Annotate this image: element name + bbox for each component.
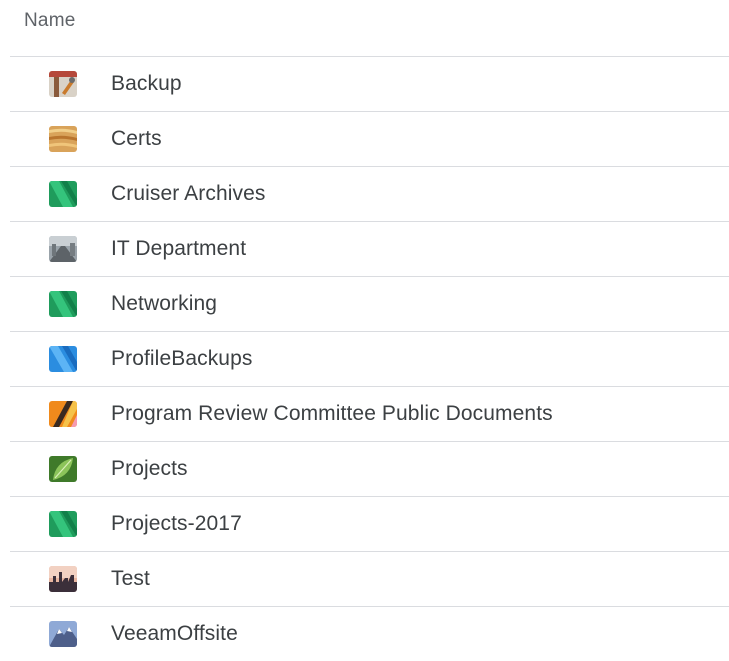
- list-item[interactable]: Networking: [10, 277, 729, 332]
- row-label: Cruiser Archives: [111, 182, 266, 205]
- list-item[interactable]: Projects: [10, 442, 729, 497]
- blue-stripes-thumbnail-icon: [49, 346, 77, 372]
- row-label: Test: [111, 567, 150, 590]
- team-drive-list: Name Backup Certs Cruiser Archives IT De…: [10, 0, 729, 661]
- street-photo-thumbnail-icon: [49, 236, 77, 262]
- row-label: VeeamOffsite: [111, 622, 238, 645]
- mountain-thumbnail-icon: [49, 621, 77, 647]
- list-item[interactable]: Projects-2017: [10, 497, 729, 552]
- green-stripes-thumbnail-icon: [49, 181, 77, 207]
- row-label: Certs: [111, 127, 162, 150]
- row-label: IT Department: [111, 237, 247, 260]
- row-label: Projects: [111, 457, 188, 480]
- green-stripes-thumbnail-icon: [49, 511, 77, 537]
- list-item[interactable]: ProfileBackups: [10, 332, 729, 387]
- green-stripes-thumbnail-icon: [49, 291, 77, 317]
- sand-waves-thumbnail-icon: [49, 126, 77, 152]
- orange-stripes-thumbnail-icon: [49, 401, 77, 427]
- row-label: Program Review Committee Public Document…: [111, 402, 553, 425]
- leaf-thumbnail-icon: [49, 456, 77, 482]
- list-item[interactable]: Program Review Committee Public Document…: [10, 387, 729, 442]
- list-item[interactable]: VeeamOffsite: [10, 607, 729, 661]
- list-item[interactable]: Certs: [10, 112, 729, 167]
- list-item[interactable]: Test: [10, 552, 729, 607]
- list-header: Name: [10, 0, 729, 57]
- city-skyline-thumbnail-icon: [49, 566, 77, 592]
- row-label: ProfileBackups: [111, 347, 253, 370]
- name-column-header[interactable]: Name: [24, 10, 75, 32]
- tools-thumbnail-icon: [49, 71, 77, 97]
- row-label: Projects-2017: [111, 512, 242, 535]
- list-item[interactable]: Cruiser Archives: [10, 167, 729, 222]
- list-item[interactable]: Backup: [10, 57, 729, 112]
- list-item[interactable]: IT Department: [10, 222, 729, 277]
- row-label: Networking: [111, 292, 218, 315]
- row-label: Backup: [111, 72, 182, 95]
